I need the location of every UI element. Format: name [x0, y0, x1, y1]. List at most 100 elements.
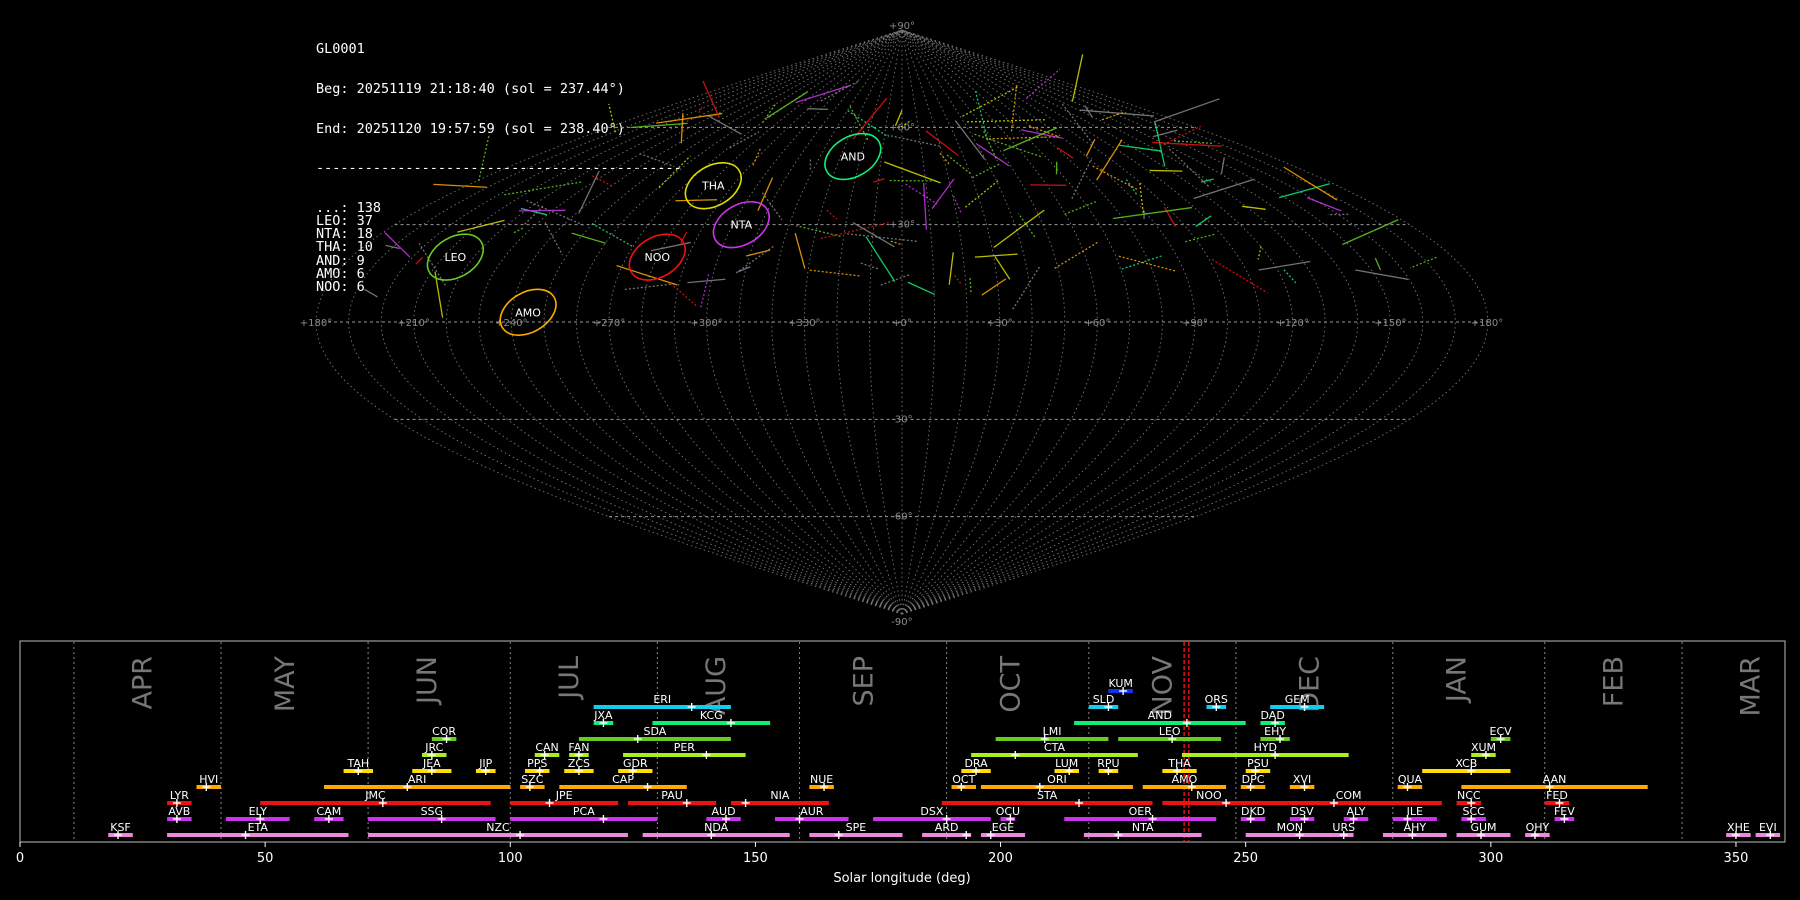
- shower-code-label: PPS: [527, 757, 547, 770]
- meteor-track: [948, 252, 954, 285]
- x-tick-label-6: 300: [1478, 851, 1503, 866]
- lon-label-4: +60°: [1084, 318, 1110, 329]
- shower-rpu: RPU: [1097, 757, 1120, 775]
- shower-urs: URS: [1332, 821, 1355, 839]
- shower-code-label: DRA: [964, 757, 988, 770]
- meteor-track: [478, 134, 490, 182]
- meteor-track: [512, 227, 524, 234]
- meteor-track: [1085, 139, 1096, 157]
- month-label-jan: JAN: [1442, 656, 1473, 704]
- shower-code-label: SZC: [521, 773, 544, 786]
- lat-label-1: +60°: [889, 122, 915, 133]
- shower-code-label: JIP: [478, 757, 492, 770]
- shower-code-label: CTA: [1044, 741, 1066, 754]
- shower-code-label: FAN: [568, 741, 589, 754]
- meteor-track: [1125, 178, 1138, 195]
- meteor-track: [1071, 158, 1093, 199]
- shower-radiants: LEO AMO NOO THA NTA AND: [426, 132, 882, 336]
- meteor-track: [526, 199, 585, 226]
- meteor-track: [670, 282, 698, 308]
- lon-label-8: +300°: [690, 318, 722, 329]
- meteor-track: [890, 240, 902, 246]
- meteor-track: [986, 136, 1059, 140]
- shower-code-label: DAD: [1261, 709, 1285, 722]
- shower-code-label: ELY: [249, 805, 268, 818]
- shower-code-label: AND: [1148, 709, 1172, 722]
- shower-code-label: NDA: [704, 821, 729, 834]
- shower-code-label: JXA: [593, 709, 613, 722]
- shower-sld: SLD: [1088, 693, 1119, 711]
- shower-code-label: CAN: [535, 741, 558, 754]
- shower-code-label: NTA: [1132, 821, 1154, 834]
- shower-tah: TAH: [343, 757, 373, 775]
- shower-code-label: HVI: [199, 773, 218, 786]
- shower-code-label: XHE: [1727, 821, 1750, 834]
- meteor-track: [972, 132, 1042, 158]
- shower-code-label: AUR: [800, 805, 824, 818]
- shower-code-label: LMI: [1043, 725, 1062, 738]
- x-tick-label-5: 250: [1233, 851, 1258, 866]
- shower-code-label: OHY: [1526, 821, 1550, 834]
- shower-code-label: EGE: [992, 821, 1014, 834]
- shower-code-label: PER: [674, 741, 696, 754]
- meteor-track: [931, 178, 955, 209]
- meteor-track: [1220, 157, 1225, 174]
- x-tick-label-4: 200: [988, 851, 1013, 866]
- meteor-track: [962, 85, 1020, 117]
- shower-code-label: NUE: [810, 773, 833, 786]
- shower-code-label: CAM: [317, 805, 342, 818]
- shower-fev: FEV: [1554, 805, 1575, 823]
- month-label-may: MAY: [270, 656, 301, 713]
- shower-code-label: XUM: [1471, 741, 1496, 754]
- shower-code-label: PCA: [573, 805, 595, 818]
- meteor-track: [905, 183, 938, 205]
- shower-code-label: LYR: [170, 789, 189, 802]
- month-label-jul: JUL: [554, 656, 585, 701]
- shower-code-label: AMO: [1172, 773, 1198, 786]
- meteor-track: [699, 274, 710, 309]
- shower-code-label: NZC: [486, 821, 510, 834]
- meteor-track: [578, 170, 600, 214]
- shower-code-label: OCU: [996, 805, 1020, 818]
- radiant-amo: AMO: [499, 288, 557, 336]
- shower-code-label: PAU: [661, 789, 683, 802]
- radiant-label: NOO: [644, 251, 670, 264]
- shower-cam: CAM: [314, 805, 344, 823]
- shower-code-label: STA: [1037, 789, 1058, 802]
- radiant-label: AMO: [515, 306, 541, 319]
- meteor-track: [415, 256, 423, 265]
- meteor-track: [966, 119, 1046, 123]
- shower-code-label: RPU: [1097, 757, 1119, 770]
- meteor-track: [457, 219, 505, 233]
- lon-label-6: +0°: [892, 318, 912, 329]
- meteor-track: [1153, 98, 1220, 123]
- lon-label-2: +120°: [1276, 318, 1308, 329]
- meteor-track: [752, 148, 761, 166]
- meteor-track: [1113, 206, 1193, 220]
- shower-szc: SZC: [520, 773, 545, 791]
- meteor-track: [639, 152, 675, 168]
- lon-label-0: +180°: [1471, 318, 1503, 329]
- meteor-track: [820, 80, 860, 102]
- meteor-track: [1183, 233, 1215, 243]
- x-axis: 0 50 100 150 200 250 300 350: [16, 842, 1748, 866]
- shower-code-label: SCC: [1463, 805, 1486, 818]
- shower-code-label: ALY: [1347, 805, 1366, 818]
- meteor-track: [433, 183, 487, 188]
- shower-code-label: NCC: [1457, 789, 1481, 802]
- shower-zcs: ZCS: [564, 757, 594, 775]
- shower-code-label: ARD: [935, 821, 959, 834]
- shower-code-label: JRC: [424, 741, 443, 754]
- shower-code-label: NOO: [1196, 789, 1222, 802]
- radiant-label: LEO: [444, 251, 466, 264]
- shower-code-label: AHY: [1404, 821, 1427, 834]
- meteor-track: [954, 120, 986, 160]
- shower-code-label: ZCS: [568, 757, 590, 770]
- meteor-track: [707, 114, 742, 135]
- meteor-track: [1149, 169, 1183, 172]
- shower-code-label: GUM: [1470, 821, 1496, 834]
- shower-code-label: ORI: [1047, 773, 1067, 786]
- month-label-sep: SEP: [848, 656, 879, 706]
- shower-code-label: SDA: [644, 725, 667, 738]
- meteor-track: [1119, 144, 1162, 152]
